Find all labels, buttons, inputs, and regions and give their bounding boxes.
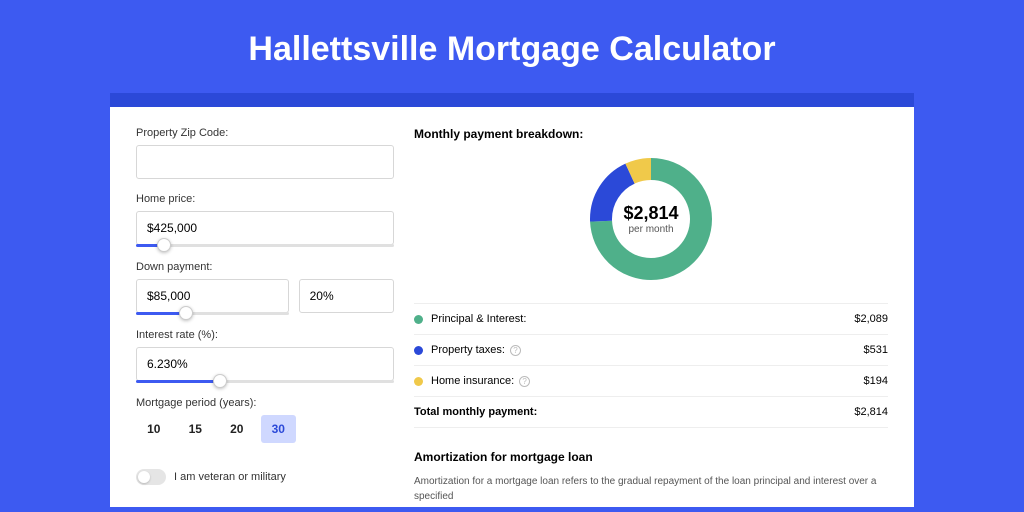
home-price-input[interactable]: [136, 211, 394, 245]
interest-input[interactable]: [136, 347, 394, 381]
breakdown-title: Monthly payment breakdown:: [414, 127, 888, 141]
legend-value: $531: [864, 344, 888, 356]
period-10[interactable]: 10: [136, 415, 172, 443]
help-icon[interactable]: ?: [510, 345, 521, 356]
home-price-label: Home price:: [136, 193, 394, 205]
veteran-label: I am veteran or military: [174, 471, 286, 483]
down-payment-row: [136, 279, 394, 329]
donut-sub: per month: [628, 224, 673, 235]
interest-slider[interactable]: [136, 380, 394, 383]
form-column: Property Zip Code: Home price: Down paym…: [136, 127, 394, 507]
interest-field: Interest rate (%):: [136, 329, 394, 383]
period-20[interactable]: 20: [219, 415, 255, 443]
legend-row-insurance: Home insurance:? $194: [414, 366, 888, 397]
dot-icon: [414, 315, 423, 324]
amortization-section: Amortization for mortgage loan Amortizat…: [414, 450, 888, 504]
interest-slider-handle[interactable]: [213, 374, 227, 388]
zip-field: Property Zip Code:: [136, 127, 394, 179]
period-30[interactable]: 30: [261, 415, 297, 443]
period-field: Mortgage period (years): 10 15 20 30: [136, 397, 394, 443]
calculator-panel: Property Zip Code: Home price: Down paym…: [110, 107, 914, 507]
interest-label: Interest rate (%):: [136, 329, 394, 341]
down-payment-amount-field: [136, 279, 289, 315]
amort-title: Amortization for mortgage loan: [414, 450, 888, 464]
dot-icon: [414, 346, 423, 355]
legend-label: Home insurance:?: [431, 375, 864, 387]
down-payment-pct-input[interactable]: [299, 279, 394, 313]
down-payment-slider-handle[interactable]: [179, 306, 193, 320]
zip-label: Property Zip Code:: [136, 127, 394, 139]
legend-row-taxes: Property taxes:? $531: [414, 335, 888, 366]
amort-text: Amortization for a mortgage loan refers …: [414, 474, 888, 504]
dot-icon: [414, 377, 423, 386]
legend-value: $194: [864, 375, 888, 387]
donut-amount: $2,814: [623, 203, 678, 224]
help-icon[interactable]: ?: [519, 376, 530, 387]
down-payment-slider[interactable]: [136, 312, 289, 315]
legend-label: Principal & Interest:: [431, 313, 854, 325]
home-price-slider-handle[interactable]: [157, 238, 171, 252]
veteran-row: I am veteran or military: [136, 469, 394, 485]
page-title: Hallettsville Mortgage Calculator: [0, 0, 1024, 93]
legend-label: Property taxes:?: [431, 344, 864, 356]
total-value: $2,814: [854, 406, 888, 418]
down-payment-label: Down payment:: [136, 261, 394, 273]
legend-row-total: Total monthly payment: $2,814: [414, 397, 888, 428]
period-15[interactable]: 15: [178, 415, 214, 443]
period-buttons: 10 15 20 30: [136, 415, 296, 443]
zip-input[interactable]: [136, 145, 394, 179]
home-price-field: Home price:: [136, 193, 394, 247]
donut-chart: $2,814 per month: [414, 155, 888, 283]
donut-center: $2,814 per month: [587, 155, 715, 283]
total-label: Total monthly payment:: [414, 406, 854, 418]
legend-value: $2,089: [854, 313, 888, 325]
breakdown-column: Monthly payment breakdown: $2,814 per mo…: [414, 127, 888, 507]
down-payment-pct-field: [299, 279, 394, 315]
toggle-knob: [138, 471, 150, 483]
down-payment-input[interactable]: [136, 279, 289, 313]
legend: Principal & Interest: $2,089 Property ta…: [414, 303, 888, 428]
period-label: Mortgage period (years):: [136, 397, 394, 409]
panel-wrap: Property Zip Code: Home price: Down paym…: [110, 93, 914, 507]
veteran-toggle[interactable]: [136, 469, 166, 485]
legend-row-principal: Principal & Interest: $2,089: [414, 304, 888, 335]
home-price-slider[interactable]: [136, 244, 394, 247]
